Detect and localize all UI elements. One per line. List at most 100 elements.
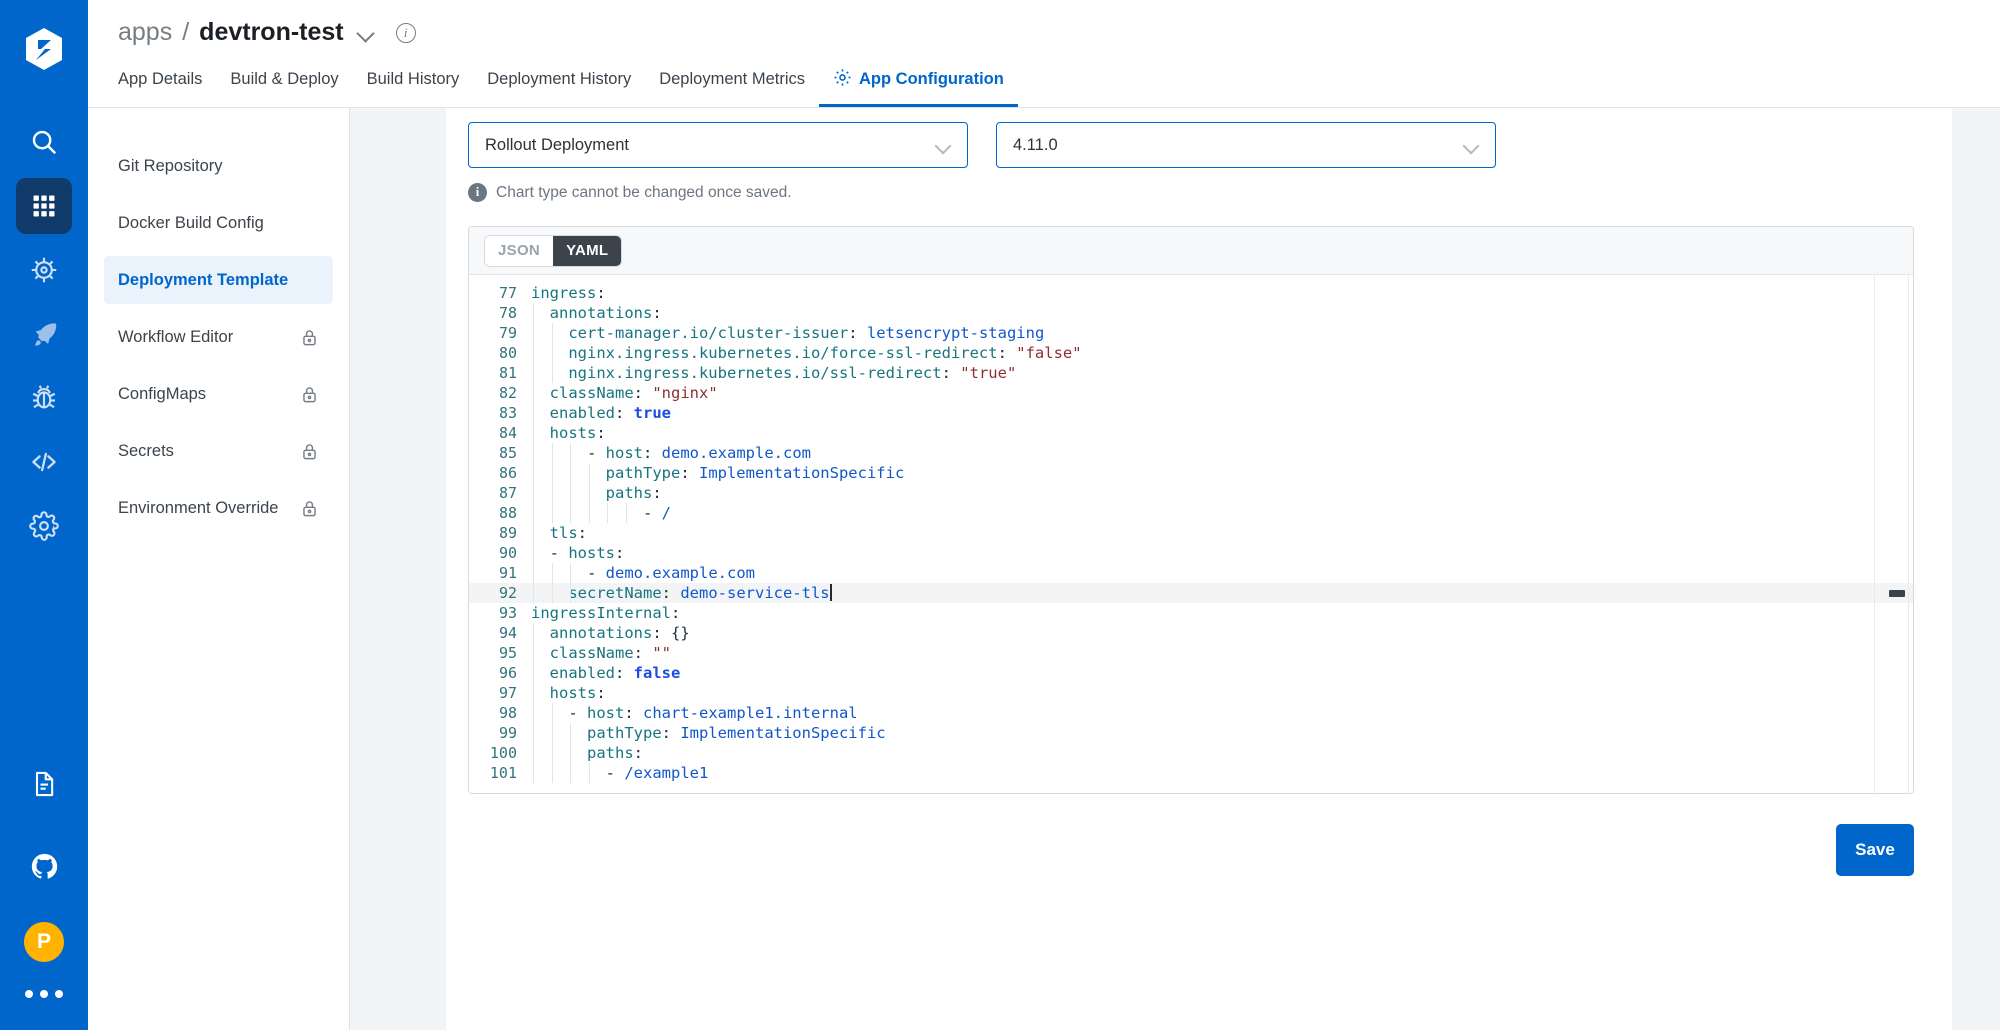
sidebar-item-git-repository[interactable]: Git Repository [104,142,333,190]
code-line-text: annotations: [531,303,1913,323]
more-menu-icon[interactable] [25,990,63,998]
search-icon[interactable] [16,114,72,170]
code-line-text: - host: demo.example.com [531,443,1913,463]
chart-type-select[interactable]: Rollout Deployment [468,122,968,168]
sidebar-item-secrets[interactable]: Secrets [104,427,333,475]
breadcrumb-separator: / [182,18,190,46]
tab-app-configuration[interactable]: App Configuration [819,55,1018,107]
code-line[interactable]: 97 hosts: [469,683,1913,703]
tab-build-history[interactable]: Build History [353,55,474,107]
toggle-json[interactable]: JSON [485,235,554,266]
code-line[interactable]: 88 - / [469,503,1913,523]
chart-version-value: 4.11.0 [1013,135,1058,154]
sidebar-item-deployment-template[interactable]: Deployment Template [104,256,333,304]
gear-icon[interactable] [16,498,72,554]
chevron-down-icon[interactable] [356,22,378,44]
code-line[interactable]: 99 pathType: ImplementationSpecific [469,723,1913,743]
code-line[interactable]: 96 enabled: false [469,663,1913,683]
line-number: 94 [498,624,517,642]
sidebar-item-label: Workflow Editor [118,327,234,346]
line-number: 101 [489,764,517,782]
sidebar-item-docker-build-config[interactable]: Docker Build Config [104,199,333,247]
rail-bottom-group: P [16,756,72,1030]
app-root: P apps / devtron-test i App Details Buil… [0,0,2000,1030]
line-number: 92 [498,584,517,602]
app-tabs: App Details Build & Deploy Build History… [118,55,2000,107]
line-number: 100 [489,744,517,762]
code-icon[interactable] [16,434,72,490]
chart-type-notice-text: Chart type cannot be changed once saved. [496,183,792,201]
code-line-text: - hosts: [531,543,1913,563]
code-line-text: paths: [531,483,1913,503]
code-line[interactable]: 81 nginx.ingress.kubernetes.io/ssl-redir… [469,363,1913,383]
code-line-text: ingress: [531,284,606,302]
code-line[interactable]: 92 secretName: demo-service-tls [469,583,1913,603]
document-icon[interactable] [16,756,72,812]
sidebar-item-configmaps[interactable]: ConfigMaps [104,370,333,418]
info-outline-icon[interactable]: i [395,22,416,43]
code-editor-area[interactable]: 77 ingress: 78 annotations: 79 cert-manager… [469,275,1913,793]
code-line[interactable]: 84 hosts: [469,423,1913,443]
main-column: apps / devtron-test i App Details Build … [88,0,2000,1030]
lock-icon [300,499,319,518]
avatar[interactable]: P [22,920,66,964]
code-line[interactable]: 79 cert-manager.io/cluster-issuer: letse… [469,323,1913,343]
line-number: 95 [498,644,517,662]
code-line-text: ingressInternal: [531,604,681,622]
sidebar-item-environment-override[interactable]: Environment Override [104,484,333,532]
code-line[interactable]: 80 nginx.ingress.kubernetes.io/force-ssl… [469,343,1913,363]
github-icon[interactable] [16,838,72,894]
code-line[interactable]: 87 paths: [469,483,1913,503]
toggle-yaml[interactable]: YAML [553,235,622,266]
tab-deployment-metrics[interactable]: Deployment Metrics [645,55,819,107]
code-line[interactable]: 94 annotations: {} [469,623,1913,643]
editor-guide-line [1874,275,1875,793]
app-body: Git Repository Docker Build Config Deplo… [88,108,2000,1030]
code-line-text: pathType: ImplementationSpecific [531,463,1913,483]
line-number: 97 [498,684,517,702]
editor-scrollbar-thumb[interactable] [1889,590,1905,597]
grid-icon[interactable] [16,178,72,234]
breadcrumb-apps-link[interactable]: apps [118,18,172,47]
line-number: 87 [498,484,517,502]
chart-type-notice: i Chart type cannot be changed once save… [468,183,1914,202]
sidebar-item-label: Docker Build Config [118,213,264,232]
code-line[interactable]: 83 enabled: true [469,403,1913,423]
code-line[interactable]: 77 ingress: [469,283,1913,303]
code-line[interactable]: 91 - demo.example.com [469,563,1913,583]
chart-selectors-row: Rollout Deployment 4.11.0 [468,122,1914,168]
code-line[interactable]: 101 - /example1 [469,763,1913,783]
sidebar-item-label: Deployment Template [118,270,289,289]
code-line[interactable]: 85 - host: demo.example.com [469,443,1913,463]
code-line[interactable]: 93 ingressInternal: [469,603,1913,623]
sidebar-item-label: Secrets [118,441,174,460]
line-number: 81 [498,364,517,382]
save-button[interactable]: Save [1836,824,1914,876]
sidebar-item-workflow-editor[interactable]: Workflow Editor [104,313,333,361]
format-toggle: JSON YAML [485,235,622,266]
bug-icon[interactable] [16,370,72,426]
line-number: 96 [498,664,517,682]
code-line[interactable]: 89 tls: [469,523,1913,543]
tab-deployment-history[interactable]: Deployment History [473,55,645,107]
code-line[interactable]: 98 - host: chart-example1.internal [469,703,1913,723]
devtron-logo[interactable] [17,22,71,76]
rocket-icon[interactable] [16,306,72,362]
helm-icon[interactable] [16,242,72,298]
code-line[interactable]: 86 pathType: ImplementationSpecific [469,463,1913,483]
code-line[interactable]: 82 className: "nginx" [469,383,1913,403]
code-line-text: annotations: {} [531,623,1913,643]
line-number: 89 [498,524,517,542]
code-line[interactable]: 100 paths: [469,743,1913,763]
code-line-text: secretName: demo-service-tls [531,583,1913,603]
tab-build-deploy[interactable]: Build & Deploy [216,55,352,107]
app-header: apps / devtron-test i App Details Build … [88,0,2000,108]
tab-app-details[interactable]: App Details [118,55,216,107]
code-line[interactable]: 78 annotations: [469,303,1913,323]
sidebar-item-label: ConfigMaps [118,384,207,403]
code-line[interactable]: 95 className: "" [469,643,1913,663]
code-line[interactable]: 90 - hosts: [469,543,1913,563]
chart-version-select[interactable]: 4.11.0 [996,122,1496,168]
code-line-text: nginx.ingress.kubernetes.io/ssl-redirect… [531,363,1913,383]
line-number: 77 [498,284,517,302]
